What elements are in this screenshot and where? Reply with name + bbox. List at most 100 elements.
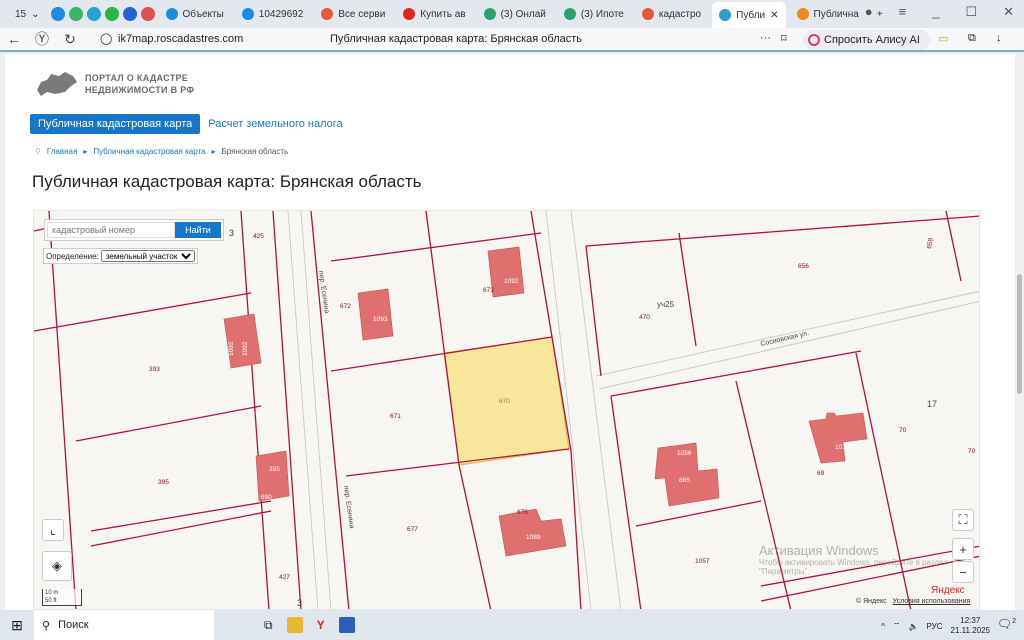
tab[interactable]: Все серви [314, 3, 392, 25]
yandex-icon[interactable]: Ⓨ [28, 29, 56, 49]
pinned-tab-icon[interactable] [140, 7, 155, 21]
maximize-button[interactable]: ☐ [965, 4, 977, 20]
telegram-icon[interactable] [86, 7, 101, 21]
url-field[interactable]: ik7map.roscadastres.com [118, 33, 243, 45]
tab[interactable]: кадастро [635, 3, 708, 25]
yandex-browser-icon[interactable]: Y [317, 618, 325, 632]
file-explorer-icon[interactable] [286, 617, 303, 633]
breadcrumb-home[interactable]: Главная [47, 147, 77, 156]
word-icon[interactable] [338, 617, 355, 633]
building-label: 1056 [677, 450, 692, 457]
network-icon[interactable]: ⌔ [893, 621, 901, 631]
layers-icon: ◈ [52, 558, 62, 573]
address-bar: ← Ⓨ ↻ ◯ ik7map.roscadastres.com Публична… [0, 28, 1024, 52]
language-indicator[interactable]: РУС [927, 622, 943, 631]
layers-button[interactable]: ◈ [42, 551, 72, 581]
fullscreen-button[interactable]: ⛶ [952, 509, 974, 531]
page-scrollbar[interactable] [1015, 54, 1024, 610]
tab[interactable]: 10429692 [235, 3, 311, 25]
whatsapp-icon[interactable] [104, 7, 119, 21]
tab-active[interactable]: Публи ✕ [712, 2, 786, 28]
breadcrumb: ⚲ Главная ▸ Публичная кадастровая карта ▸ … [35, 147, 289, 156]
parcel-label: 672 [340, 303, 351, 310]
close-button[interactable]: ✕ [1003, 4, 1014, 20]
reload-icon[interactable]: ↻ [56, 31, 84, 48]
parcel-label: 659 [926, 237, 935, 249]
tab[interactable]: (3) Онлай [477, 3, 553, 25]
battery-icon[interactable]: ▭ [938, 32, 948, 45]
parcel-label: 673 [483, 287, 494, 294]
breadcrumb-map[interactable]: Публичная кадастровая карта [93, 147, 205, 156]
windows-activation-watermark: Активация Windows Чтобы активировать Wind… [759, 543, 948, 576]
download-icon[interactable]: ↓ [996, 32, 1002, 44]
building-label: 1093 [373, 316, 388, 323]
cadastral-search: Найти [44, 219, 224, 241]
logo-text: ПОРТАЛ О КАДАСТРЕ [85, 73, 189, 83]
ask-alice-button[interactable]: Спросить Алису AI [802, 30, 930, 50]
parcel-label: 70 [899, 427, 907, 434]
street-label: пер. Есенина [342, 485, 355, 529]
page-heading: Публичная кадастровая карта: Брянская об… [32, 172, 422, 191]
scale-bar: 10 m 50 ft [42, 589, 82, 606]
site-logo[interactable]: ПОРТАЛ О КАДАСТРЕ НЕДВИЖИМОСТИ В РФ [35, 70, 194, 98]
tab[interactable]: (3) Ипоте [557, 3, 631, 25]
alice-icon [808, 34, 820, 46]
street-label: Сосновская ул. [760, 330, 810, 348]
search-icon: ⚲ [42, 619, 51, 632]
parcel-label: 656 [798, 263, 809, 270]
taskbar-search[interactable]: ⚲ Поиск [34, 610, 214, 640]
tab[interactable]: Объекты [159, 3, 231, 25]
parcel-label: 69 [817, 470, 825, 477]
parcel-label: 427 [279, 574, 290, 581]
extensions-icon[interactable]: ⧉ [968, 32, 976, 45]
task-view-icon[interactable]: ⧉ [264, 618, 273, 633]
profile-icon[interactable]: ● [865, 4, 873, 20]
building-label: 690 [261, 494, 272, 501]
terms-link[interactable]: Условия использования [893, 598, 971, 605]
pinned-tab-icon[interactable] [122, 7, 137, 21]
ruler-button[interactable]: ⌞ [42, 519, 64, 541]
parcel-label: 670 [499, 398, 510, 405]
cadastral-number-input[interactable] [47, 222, 175, 238]
shield-icon: ◯ [100, 33, 113, 45]
parcel-label: 425 [253, 233, 264, 240]
pinned-tab-icon[interactable] [68, 7, 83, 21]
minimize-button[interactable]: _ [932, 4, 939, 20]
tray-chevron-icon[interactable]: ^ [881, 622, 885, 631]
cadastral-map[interactable]: 425 3 393 395 427 672 671 677 673 670 67… [33, 210, 980, 610]
bookmark-icon[interactable]: ⌑ [781, 32, 787, 45]
parcel-label: 3 [229, 228, 234, 238]
page: ПОРТАЛ О КАДАСТРЕ НЕДВИЖИМОСТИ В РФ Публи… [5, 54, 1015, 610]
definition-label: Определение: [46, 251, 99, 261]
tab[interactable]: Публична [790, 3, 866, 25]
building-label: 865 [679, 477, 690, 484]
nav-land-tax[interactable]: Расчет земельного налога [208, 118, 342, 130]
tab-bar: 15 ⌄ Объекты 10429692 Все серви Купить а… [0, 0, 1024, 28]
notifications-icon[interactable]: 🗨2 [997, 617, 1016, 631]
yandex-logo: Яндекс [931, 585, 965, 596]
volume-icon[interactable]: 🔈 [909, 622, 919, 631]
nav-public-map[interactable]: Публичная кадастровая карта [30, 114, 201, 134]
building-label: 1089 [526, 534, 541, 541]
parcel-label: 393 [149, 366, 160, 373]
clock[interactable]: 12:37 21.11.2025 [951, 616, 990, 636]
fullscreen-icon: ⛶ [958, 512, 968, 527]
windows-start-icon[interactable]: ⊞ [0, 617, 34, 634]
parcel-label: 676 [517, 509, 528, 516]
more-icon[interactable]: ··· [760, 32, 771, 44]
street-label: уч25 [657, 300, 675, 309]
tab-counter[interactable]: 15 ⌄ [8, 3, 47, 25]
page-title-display: Публичная кадастровая карта: Брянская об… [330, 33, 583, 45]
definition-control: Определение: земельный участок [43, 248, 198, 264]
parcel-label: 70 [968, 448, 976, 455]
tab[interactable]: Купить ав [396, 3, 472, 25]
taskbar: ⊞ ⚲ Поиск ⧉ Y ^ ⌔ 🔈 РУС 12:37 21.11.2025 🗨… [0, 610, 1024, 640]
building-label: 1077 [835, 444, 850, 451]
parcel-label: 17 [927, 399, 937, 409]
parcel-label: 3 [297, 598, 302, 608]
definition-select[interactable]: земельный участок [100, 250, 195, 262]
search-button[interactable]: Найти [175, 222, 221, 238]
pinned-tab-icon[interactable] [50, 7, 65, 21]
menu-icon[interactable]: ≡ [899, 4, 907, 20]
back-icon[interactable]: ← [0, 31, 28, 47]
